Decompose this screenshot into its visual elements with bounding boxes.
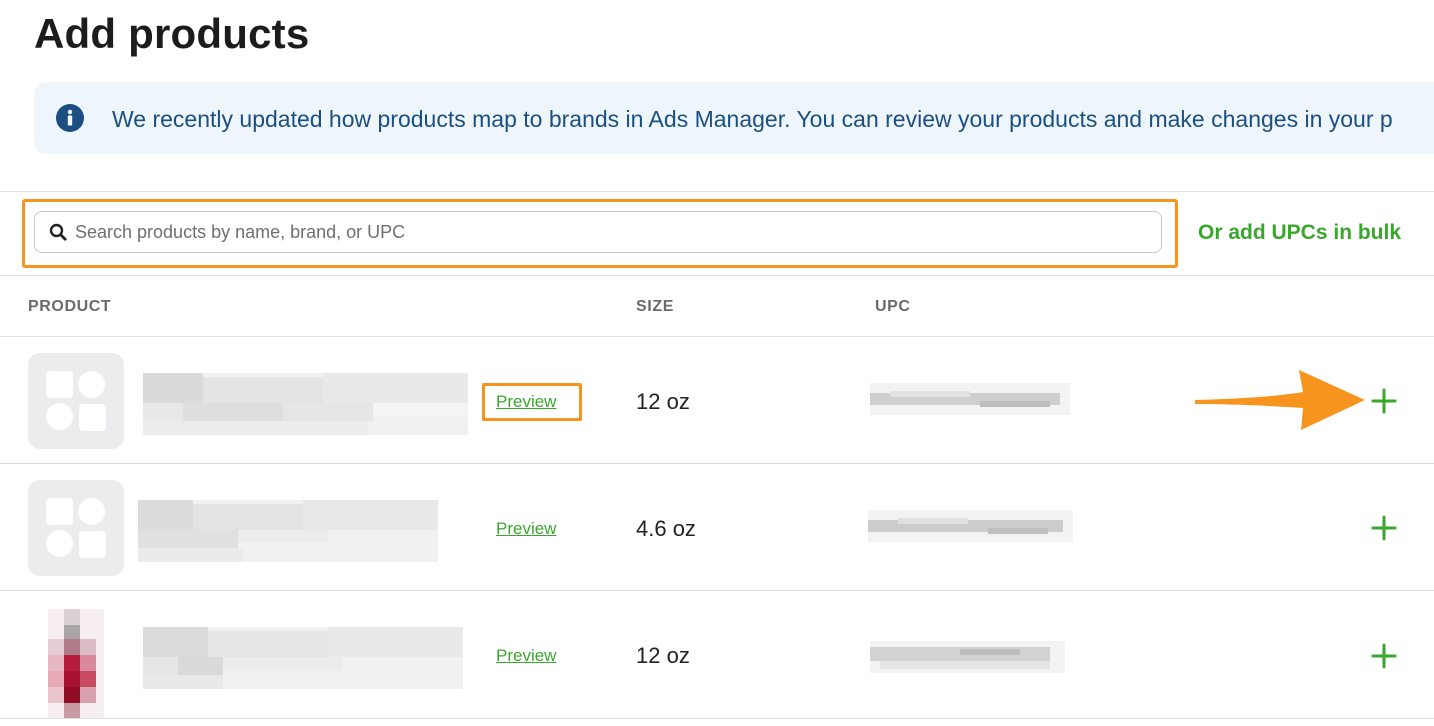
product-upc-redacted — [870, 641, 1065, 673]
column-header-size: SIZE — [636, 298, 674, 315]
column-header-product: PRODUCT — [28, 298, 112, 315]
product-upc-redacted — [870, 383, 1070, 415]
preview-link[interactable]: Preview — [496, 392, 556, 412]
table-row: Preview 4.6 oz — [0, 464, 1434, 591]
product-upc-redacted — [868, 510, 1073, 542]
product-photo — [48, 609, 104, 718]
preview-link[interactable]: Preview — [496, 519, 556, 539]
product-size: 12 oz — [636, 389, 690, 414]
table-row: Preview 12 oz — [0, 591, 1434, 718]
product-thumbnail — [28, 480, 124, 576]
info-banner: We recently updated how products map to … — [34, 82, 1434, 154]
product-name-redacted — [143, 627, 463, 689]
product-size: 4.6 oz — [636, 516, 696, 541]
banner-text: We recently updated how products map to … — [112, 106, 1393, 132]
product-placeholder-icon — [46, 498, 106, 558]
column-header-upc: UPC — [875, 298, 911, 315]
page-title: Add products — [34, 10, 310, 57]
product-name-redacted — [143, 373, 468, 435]
preview-link[interactable]: Preview — [496, 646, 556, 666]
divider — [0, 191, 1434, 192]
search-input[interactable] — [75, 212, 1145, 252]
add-product-button[interactable] — [1366, 510, 1402, 546]
arrow-annotation-icon — [1195, 370, 1365, 430]
add-product-button[interactable] — [1366, 383, 1402, 419]
search-box[interactable] — [34, 211, 1162, 253]
add-upcs-bulk-link[interactable]: Or add UPCs in bulk — [1198, 221, 1401, 245]
search-icon — [49, 223, 67, 241]
add-product-button[interactable] — [1366, 638, 1402, 674]
product-placeholder-icon — [46, 371, 106, 431]
product-thumbnail — [28, 353, 124, 449]
info-icon — [56, 104, 84, 132]
divider — [0, 275, 1434, 276]
divider — [0, 718, 1434, 719]
product-size: 12 oz — [636, 643, 690, 668]
product-name-redacted — [138, 500, 438, 562]
